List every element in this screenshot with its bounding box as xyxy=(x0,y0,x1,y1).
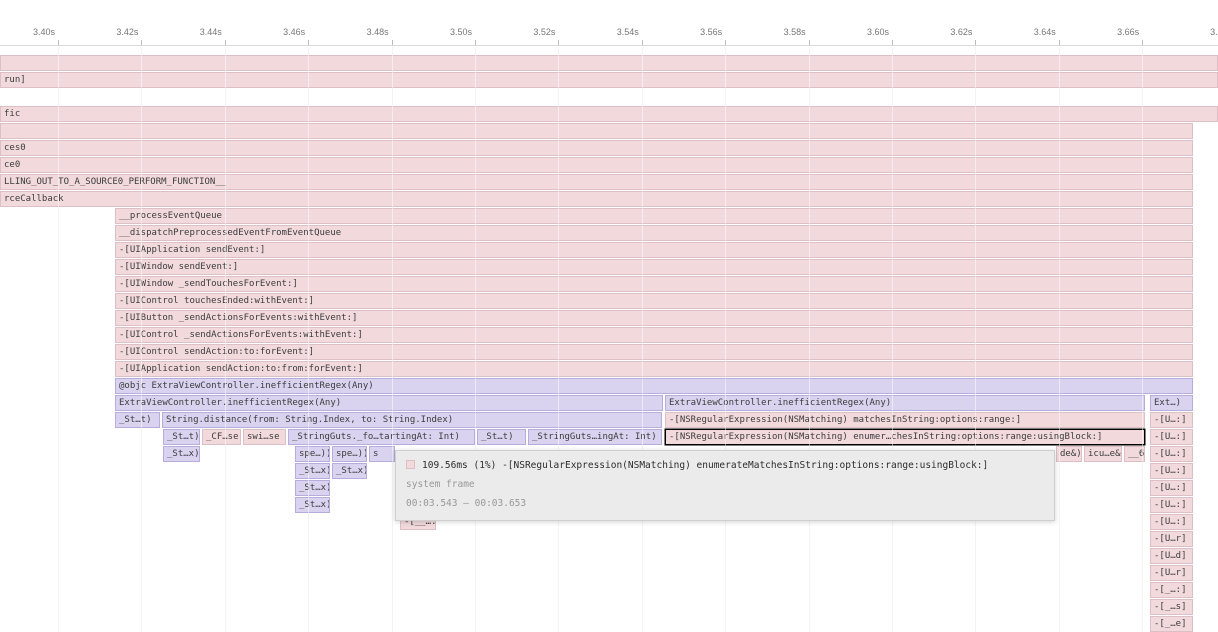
ruler-tick xyxy=(141,40,142,45)
ruler-label: 3.60s xyxy=(867,27,889,37)
tooltip-color-swatch xyxy=(406,460,415,469)
flame-bar[interactable]: -[UIControl _sendActionsForEvents:withEv… xyxy=(115,327,1193,343)
flame-bar[interactable]: -[U…:] xyxy=(1150,412,1193,428)
flame-bars: run] fic ces0ce0LLING_OUT_TO_A_SOURCE0_PER… xyxy=(0,0,1218,632)
flame-bar-selected[interactable]: -[NSRegularExpression(NSMatching) enumer… xyxy=(665,429,1145,445)
ruler-tick xyxy=(225,40,226,45)
flame-bar[interactable]: __processEventQueue xyxy=(115,208,1193,224)
flame-bar[interactable]: spe…)) xyxy=(295,446,330,462)
flame-bar[interactable]: Ext…) xyxy=(1150,395,1193,411)
flame-bar[interactable] xyxy=(0,55,1218,71)
flame-bar[interactable]: _St…x) xyxy=(295,463,330,479)
tooltip-title: 109.56ms (1%) -[NSRegularExpression(NSMa… xyxy=(422,460,988,471)
flame-bar[interactable]: -[UIWindow sendEvent:] xyxy=(115,259,1193,275)
flame-bar[interactable]: _St…x) xyxy=(295,497,330,513)
flame-bar[interactable]: -[U…:] xyxy=(1150,497,1193,513)
flame-bar[interactable]: ExtraViewController.inefficientRegex(Any… xyxy=(115,395,663,411)
flame-bar[interactable]: -[U…:] xyxy=(1150,480,1193,496)
ruler-tick xyxy=(308,40,309,45)
flame-bar[interactable]: -[_…s] xyxy=(1150,599,1193,615)
flame-bar[interactable]: -[U…r] xyxy=(1150,531,1193,547)
flame-bar[interactable]: -[U…:] xyxy=(1150,463,1193,479)
ruler-tick xyxy=(475,40,476,45)
flame-bar[interactable]: -[UIButton _sendActionsForEvents:withEve… xyxy=(115,310,1193,326)
ruler-label: 3.50s xyxy=(450,27,472,37)
ruler-tick xyxy=(58,40,59,45)
flame-bar[interactable]: ces0 xyxy=(0,140,1193,156)
flame-bar[interactable]: spe…)) xyxy=(332,446,367,462)
ruler-label: 3.54s xyxy=(617,27,639,37)
flame-bar[interactable]: _St…t) xyxy=(163,429,200,445)
flame-bar[interactable]: -[U…:] xyxy=(1150,446,1193,462)
flame-bar[interactable]: -[U…:] xyxy=(1150,429,1193,445)
ruler-label: 3.46s xyxy=(283,27,305,37)
flame-bar[interactable]: -[UIApplication sendAction:to:from:forEv… xyxy=(115,361,1193,377)
tooltip-title-line: 109.56ms (1%) -[NSRegularExpression(NSMa… xyxy=(406,456,1044,475)
flame-bar[interactable]: _St…x) xyxy=(163,446,200,462)
flame-bar[interactable]: fic xyxy=(0,106,1218,122)
ruler-label: 3.56s xyxy=(700,27,722,37)
ruler-tick xyxy=(725,40,726,45)
flame-bar[interactable]: LLING_OUT_TO_A_SOURCE0_PERFORM_FUNCTION_… xyxy=(0,174,1193,190)
ruler-label: 3.6 xyxy=(1210,27,1218,37)
flame-bar[interactable]: _St…x) xyxy=(332,463,367,479)
flame-bar[interactable]: -[U…d] xyxy=(1150,548,1193,564)
flame-bar[interactable]: @objc ExtraViewController.inefficientReg… xyxy=(115,378,1193,394)
flame-bar[interactable]: run] xyxy=(0,72,1218,88)
ruler-label: 3.58s xyxy=(784,27,806,37)
flame-bar[interactable]: _St…t) xyxy=(477,429,526,445)
flame-bar[interactable]: -[_…e] xyxy=(1150,616,1193,632)
flame-bar[interactable]: swi…se xyxy=(243,429,286,445)
flame-bar[interactable]: -[U…r] xyxy=(1150,565,1193,581)
flame-bar[interactable] xyxy=(0,123,1193,139)
ruler-label: 3.42s xyxy=(116,27,138,37)
ruler-tick xyxy=(642,40,643,45)
flame-bar[interactable]: -[UIControl sendAction:to:forEvent:] xyxy=(115,344,1193,360)
ruler-label: 3.44s xyxy=(200,27,222,37)
flame-bar[interactable]: __6…ce xyxy=(1124,446,1145,462)
ruler-tick xyxy=(892,40,893,45)
ruler-label: 3.62s xyxy=(950,27,972,37)
ruler-tick xyxy=(1059,40,1060,45)
ruler-label: 3.66s xyxy=(1117,27,1139,37)
flame-bar[interactable]: _St…x) xyxy=(295,480,330,496)
ruler-tick xyxy=(392,40,393,45)
flame-bar[interactable]: -[UIControl touchesEnded:withEvent:] xyxy=(115,293,1193,309)
ruler-label: 3.52s xyxy=(533,27,555,37)
flame-bar[interactable]: rceCallback xyxy=(0,191,1193,207)
flame-bar[interactable]: _St…t) xyxy=(115,412,160,428)
tooltip-frame-kind: system frame xyxy=(406,475,1044,494)
flame-bar[interactable]: __dispatchPreprocessedEventFromEventQueu… xyxy=(115,225,1193,241)
ruler-label: 3.64s xyxy=(1034,27,1056,37)
flame-bar[interactable]: ExtraViewController.inefficientRegex(Any… xyxy=(665,395,1145,411)
tooltip: 109.56ms (1%) -[NSRegularExpression(NSMa… xyxy=(395,450,1055,521)
ruler-tick xyxy=(558,40,559,45)
flame-bar[interactable]: icu…e&) xyxy=(1084,446,1122,462)
flame-graph-view: run] fic ces0ce0LLING_OUT_TO_A_SOURCE0_PER… xyxy=(0,0,1218,632)
ruler-tick xyxy=(975,40,976,45)
ruler-tick xyxy=(809,40,810,45)
ruler-label: 3.40s xyxy=(33,27,55,37)
flame-bar[interactable]: -[UIWindow _sendTouchesForEvent:] xyxy=(115,276,1193,292)
tooltip-time-range: 00:03.543 — 00:03.653 xyxy=(406,494,1044,513)
flame-bar[interactable]: _CF…se xyxy=(202,429,241,445)
flame-bar[interactable]: de&) xyxy=(1056,446,1082,462)
timeline-ruler[interactable]: 3.40s 3.42s 3.44s 3.46s 3.48s 3.50s 3.52s 3.54s… xyxy=(0,0,1218,46)
flame-bar[interactable]: _StringGuts…ingAt: Int) xyxy=(528,429,662,445)
flame-bar[interactable]: -[U…:] xyxy=(1150,514,1193,530)
flame-bar[interactable]: -[_…:] xyxy=(1150,582,1193,598)
flame-bar[interactable]: String.distance(from: String.Index, to: … xyxy=(162,412,662,428)
ruler-label: 3.48s xyxy=(367,27,389,37)
flame-bar[interactable]: -[UIApplication sendEvent:] xyxy=(115,242,1193,258)
flame-bar[interactable]: _StringGuts._fo…tartingAt: Int) xyxy=(288,429,475,445)
flame-bar[interactable]: ce0 xyxy=(0,157,1193,173)
ruler-tick xyxy=(1142,40,1143,45)
flame-bar[interactable]: s xyxy=(369,446,395,462)
flame-bar[interactable]: -[NSRegularExpression(NSMatching) matche… xyxy=(665,412,1145,428)
